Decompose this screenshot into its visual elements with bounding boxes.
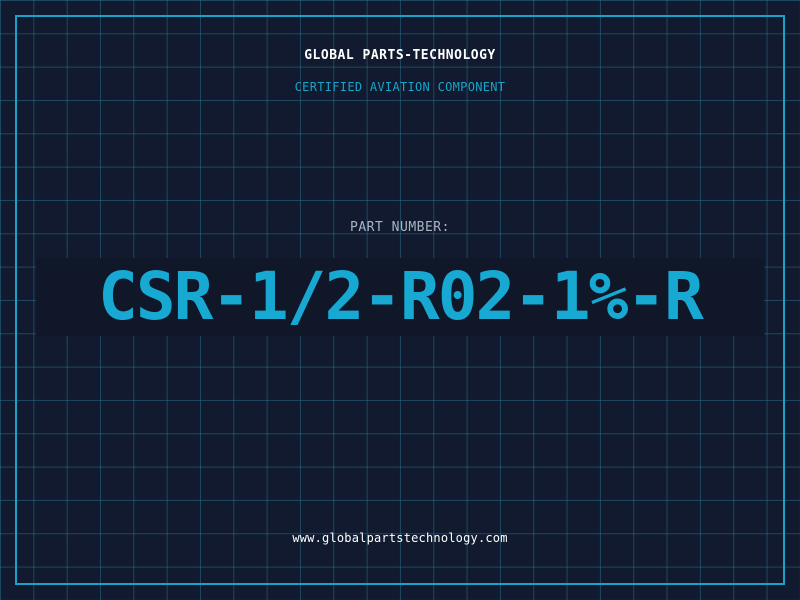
certification-tagline: CERTIFIED AVIATION COMPONENT <box>294 80 506 94</box>
part-number-value: CSR-1/2-R02-1%-R <box>98 258 704 335</box>
part-number-label: PART NUMBER: <box>350 220 450 235</box>
website-url: www.globalpartstechnology.com <box>292 531 508 545</box>
company-name: GLOBAL PARTS-TECHNOLOGY <box>304 48 496 63</box>
